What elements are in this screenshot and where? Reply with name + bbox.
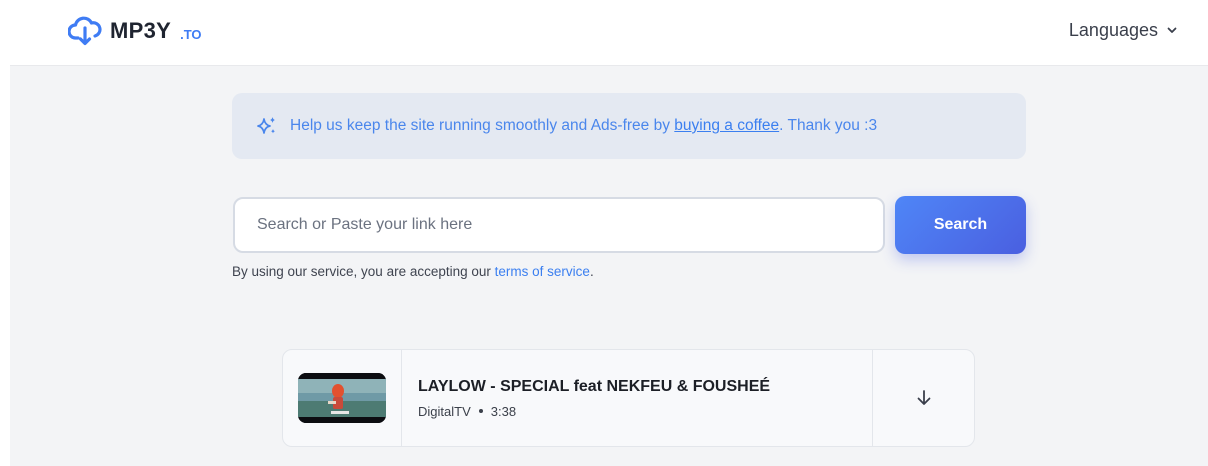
terms-notice: By using our service, you are accepting … [232,264,594,279]
search-button[interactable]: Search [895,196,1026,254]
arrow-down-icon [917,390,930,405]
video-thumbnail [298,373,386,423]
result-info: LAYLOW - SPECIAL feat NEKFEU & FOUSHEÉ D… [402,350,872,446]
download-button[interactable] [872,350,974,446]
search-input[interactable] [233,197,885,253]
logo-tld: .TO [180,26,202,42]
terms-suffix: . [589,264,594,279]
logo-text: MP3Y [110,18,172,43]
result-duration: 3:38 [490,403,517,419]
header: MP3Y .TO Languages [10,14,1208,66]
logo[interactable]: MP3Y .TO [68,16,202,46]
notice-text: Help us keep the site running smoothly a… [290,117,670,134]
terms-text: By using our service, you are accepting … [232,264,491,279]
buy-coffee-link[interactable]: buying a coffee [674,117,779,135]
chevron-down-icon [1167,27,1177,33]
separator-dot [478,409,483,413]
result-channel: DigitalTV [418,403,471,419]
cloud-download-icon [68,16,102,46]
result-title: LAYLOW - SPECIAL feat NEKFEU & FOUSHEÉ [418,377,771,395]
notice-text-after: . Thank you :3 [779,117,878,134]
result-thumbnail-cell[interactable] [283,350,402,446]
thumbnail-image [298,373,386,423]
terms-of-service-link[interactable]: terms of service [495,264,590,279]
languages-dropdown[interactable]: Languages [1069,18,1178,42]
sparkles-icon [257,117,275,134]
support-notice: Help us keep the site running smoothly a… [232,93,1026,159]
page: MP3Y .TO Languages Help us keep the site … [10,14,1208,466]
result-item: LAYLOW - SPECIAL feat NEKFEU & FOUSHEÉ D… [282,349,975,447]
result-meta: DigitalTV 3:38 [418,404,872,419]
languages-label: Languages [1068,19,1158,40]
